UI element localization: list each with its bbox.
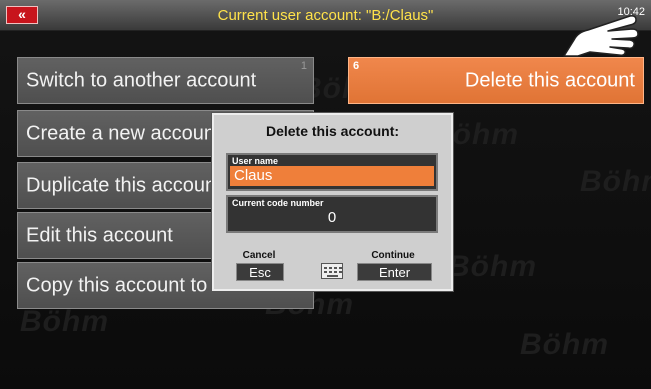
user-name-field: User name Claus [226, 153, 438, 191]
keyboard-icon[interactable] [321, 263, 343, 279]
screen: Böhm Böhm Böhm Böhm Böhm Böhm Böhm « Cur… [0, 0, 651, 389]
title-bar: « Current user account: "B:/Claus" 10:42 [0, 0, 651, 31]
watermark-logo: Böhm [520, 328, 609, 361]
delete-account-dialog: Delete this account: User name Claus Cur… [212, 113, 453, 291]
switch-account-label: Switch to another account [26, 69, 257, 91]
user-name-value: Claus [230, 166, 434, 186]
watermark-logo: Böhm [20, 305, 109, 338]
edit-account-label: Edit this account [26, 224, 173, 246]
duplicate-account-label: Duplicate this account [26, 174, 222, 196]
cancel-button[interactable]: Esc [236, 263, 284, 281]
cancel-caption: Cancel [242, 250, 276, 261]
dialog-title: Delete this account: [265, 123, 400, 139]
watermark-logo: Böhm [448, 250, 537, 283]
button-number: 1 [300, 60, 307, 72]
continue-caption: Continue [371, 250, 415, 261]
continue-button[interactable]: Enter [357, 263, 432, 281]
create-account-label: Create a new account [26, 122, 221, 144]
switch-account-button[interactable]: Switch to another account 1 [17, 57, 314, 104]
user-name-label: User name [232, 156, 279, 166]
page-title: Current user account: "B:/Claus" [217, 7, 434, 24]
button-number: 6 [353, 60, 360, 72]
delete-account-label: Delete this account [464, 69, 635, 91]
hand-pointer-icon [563, 15, 639, 57]
delete-account-button[interactable]: 6 Delete this account [348, 57, 644, 104]
code-number-value: 0 [327, 209, 337, 226]
watermark-logo: Böhm [580, 165, 651, 198]
code-number-field[interactable]: Current code number 0 [226, 195, 438, 233]
code-number-label: Current code number [232, 198, 324, 208]
